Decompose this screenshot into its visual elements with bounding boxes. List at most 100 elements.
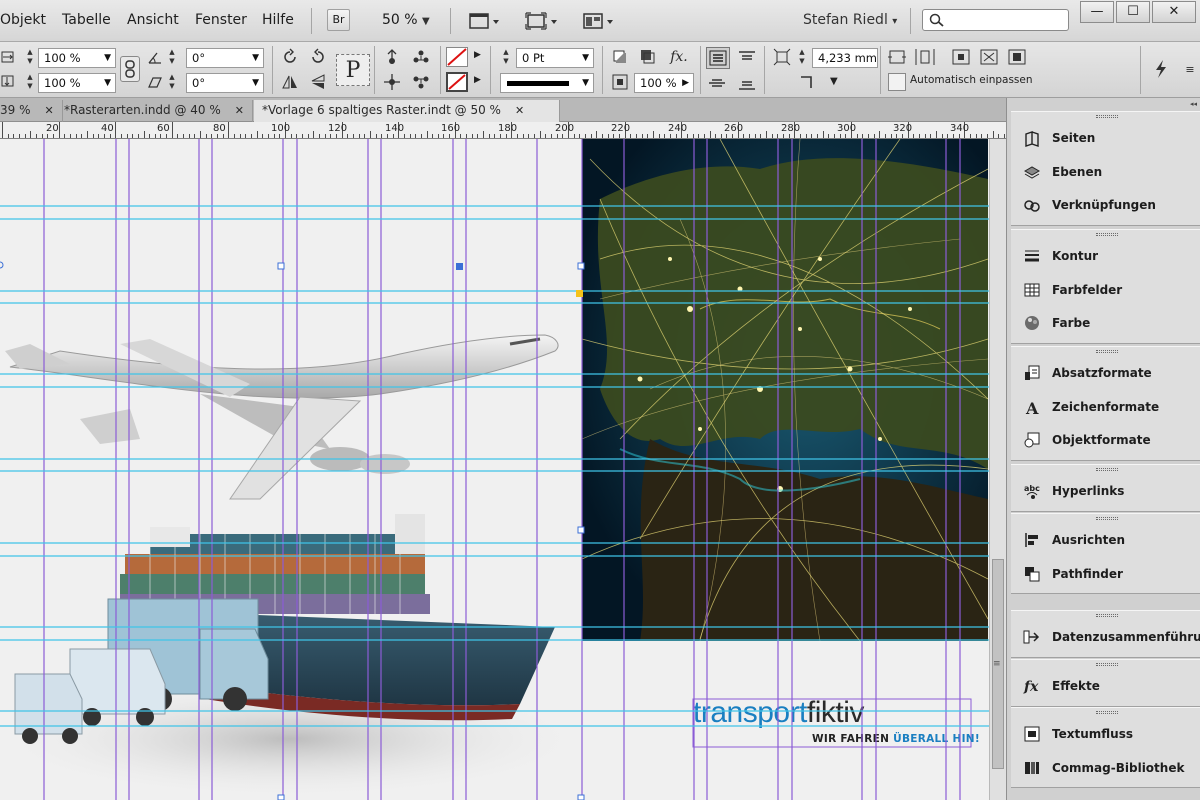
close-tab-icon[interactable]: ✕ <box>515 104 524 117</box>
selection-handle-center[interactable] <box>456 263 463 270</box>
fill-frame-proportionally-icon[interactable] <box>978 47 1000 67</box>
center-content-icon[interactable] <box>950 47 972 67</box>
select-container-icon[interactable] <box>382 47 402 67</box>
search-input[interactable] <box>922 9 1069 31</box>
panel-group-grip[interactable] <box>1096 468 1118 471</box>
view-options-icon[interactable] <box>468 10 502 32</box>
rotation-field[interactable]: 0° ▼ <box>186 48 264 68</box>
close-tab-icon[interactable]: ✕ <box>45 104 54 117</box>
panel-group-grip[interactable] <box>1096 517 1118 520</box>
panel-menu-icon[interactable]: ≡ <box>1180 58 1200 80</box>
selection-handle[interactable] <box>577 794 585 800</box>
fit-content-to-frame-icon[interactable] <box>886 47 908 67</box>
panel-item-commag-bibliothek[interactable]: Commag-Bibliothek <box>1021 754 1200 782</box>
corner-shape-icon[interactable] <box>796 73 822 91</box>
minimize-button[interactable]: — <box>1080 1 1114 23</box>
drop-shadow-icon[interactable] <box>610 47 630 67</box>
fill-swatch-icon[interactable] <box>446 47 468 67</box>
selection-handle[interactable] <box>577 262 585 270</box>
quick-apply-icon[interactable] <box>1150 58 1172 80</box>
fit-value-stepper[interactable]: ▲ ▼ <box>796 48 808 68</box>
panel-group-grip[interactable] <box>1096 115 1118 118</box>
collapse-panels-icon[interactable]: ◂◂ <box>1011 100 1197 108</box>
shear-field[interactable]: 0° ▼ <box>186 73 264 93</box>
bridge-button[interactable]: Br <box>327 9 350 31</box>
fit-frame-to-content-icon[interactable] <box>914 47 936 67</box>
align-center-icon[interactable] <box>706 72 728 94</box>
opacity-field[interactable]: 100 % ▶ <box>634 73 694 93</box>
auto-fit-checkbox[interactable] <box>888 73 906 91</box>
panel-item-farbe[interactable]: Farbe <box>1021 309 1200 337</box>
panel-item-effekte[interactable]: fx Effekte <box>1021 672 1200 700</box>
document-canvas[interactable]: transportfiktiv WIR FAHREN ÜBERALL HIN! <box>0 139 989 800</box>
tab-rasterarten[interactable]: *Rasterarten.indd @ 40 % ✕ <box>56 100 254 122</box>
screen-mode-icon[interactable] <box>524 10 560 32</box>
arrange-documents-icon[interactable] <box>582 10 618 32</box>
align-top-icon[interactable] <box>736 47 758 69</box>
fit-value-field[interactable]: 4,233 mm <box>812 48 878 68</box>
panel-item-objektformate[interactable]: Objektformate <box>1021 426 1200 454</box>
corner-shape-chevron-icon[interactable]: ▼ <box>830 76 838 87</box>
scale-y-field[interactable]: 100 % ▼ <box>38 73 116 93</box>
panel-item-pathfinder[interactable]: Pathfinder <box>1021 560 1200 588</box>
panel-item-hyperlinks[interactable]: abc Hyperlinks <box>1021 477 1200 505</box>
close-button[interactable]: ✕ <box>1152 1 1196 23</box>
panel-item-farbfelder[interactable]: Farbfelder <box>1021 276 1200 304</box>
restore-button[interactable]: ☐ <box>1116 1 1150 23</box>
panel-item-ebenen[interactable]: Ebenen <box>1021 158 1200 186</box>
user-menu[interactable]: Stefan Riedl ▾ <box>803 12 897 28</box>
panel-item-absatzformate[interactable]: Absatzformate <box>1021 359 1200 387</box>
align-bottom-icon[interactable] <box>736 72 758 94</box>
vertical-scrollbar[interactable]: ≡ <box>989 139 1006 800</box>
text-frame-indicator[interactable]: P <box>336 54 370 86</box>
select-previous-icon[interactable] <box>382 72 402 92</box>
selection-anchor[interactable] <box>0 261 4 269</box>
panel-item-verknüpfungen[interactable]: Verknüpfungen <box>1021 191 1200 219</box>
scale-x-stepper[interactable]: ▲ ▼ <box>24 48 36 68</box>
fill-arrow-icon[interactable]: ▶ <box>474 50 481 60</box>
rotation-stepper[interactable]: ▲ ▼ <box>166 48 178 68</box>
rotate-ccw-icon[interactable] <box>308 47 328 67</box>
frame-link-handle[interactable] <box>576 290 583 297</box>
scale-y-stepper[interactable]: ▲ ▼ <box>24 73 36 93</box>
panel-group-grip[interactable] <box>1096 614 1118 617</box>
zoom-select[interactable]: 50 % ▼ <box>382 12 430 28</box>
panel-item-textumfluss[interactable]: Textumfluss <box>1021 720 1200 748</box>
stroke-type-select[interactable]: ▼ <box>500 73 594 93</box>
rotate-cw-icon[interactable] <box>280 47 300 67</box>
stroke-weight-field[interactable]: 0 Pt ▼ <box>516 48 594 68</box>
menu-fenster[interactable]: Fenster <box>195 12 247 28</box>
stroke-weight-stepper[interactable]: ▲ ▼ <box>500 48 512 68</box>
flip-vertical-icon[interactable] <box>308 72 328 92</box>
panel-item-ausrichten[interactable]: Ausrichten <box>1021 526 1200 554</box>
select-next-icon[interactable] <box>410 72 432 92</box>
panel-item-zeichenformate[interactable]: A Zeichenformate <box>1021 393 1200 421</box>
menu-tabelle[interactable]: Tabelle <box>62 12 111 28</box>
shadow-effect-icon[interactable] <box>638 47 658 67</box>
panel-group-grip[interactable] <box>1096 711 1118 714</box>
selection-handle[interactable] <box>277 262 285 270</box>
shear-stepper[interactable]: ▲ ▼ <box>166 73 178 93</box>
close-tab-icon[interactable]: ✕ <box>235 104 244 117</box>
scale-x-field[interactable]: 100 % ▼ <box>38 48 116 68</box>
menu-ansicht[interactable]: Ansicht <box>127 12 179 28</box>
panel-group-grip[interactable] <box>1096 663 1118 666</box>
text-frame-options-icon[interactable] <box>706 47 730 69</box>
effects-button[interactable]: fx. <box>666 47 692 67</box>
panel-item-datenzusammenführung[interactable]: Datenzusammenführung <box>1021 623 1200 651</box>
panel-group-grip[interactable] <box>1096 350 1118 353</box>
constrain-proportions-icon[interactable] <box>120 56 140 82</box>
stroke-arrow-icon[interactable]: ▶ <box>474 75 481 85</box>
selection-handle[interactable] <box>577 526 585 534</box>
menu-objekt[interactable]: Objekt <box>0 12 46 28</box>
menu-hilfe[interactable]: Hilfe <box>262 12 294 28</box>
tab-vorlage-raster[interactable]: *Vorlage 6 spaltiges Raster.indt @ 50 % ✕ <box>254 100 560 122</box>
tab-document-1[interactable]: 39 % ✕ <box>0 100 63 122</box>
panel-group-grip[interactable] <box>1096 233 1118 236</box>
fit-content-proportionally-icon[interactable] <box>1006 47 1028 67</box>
flip-horizontal-icon[interactable] <box>280 72 300 92</box>
stroke-swatch-icon[interactable] <box>446 72 468 92</box>
panel-item-kontur[interactable]: Kontur <box>1021 242 1200 270</box>
selection-handle[interactable] <box>277 794 285 800</box>
panel-item-seiten[interactable]: Seiten <box>1021 124 1200 152</box>
